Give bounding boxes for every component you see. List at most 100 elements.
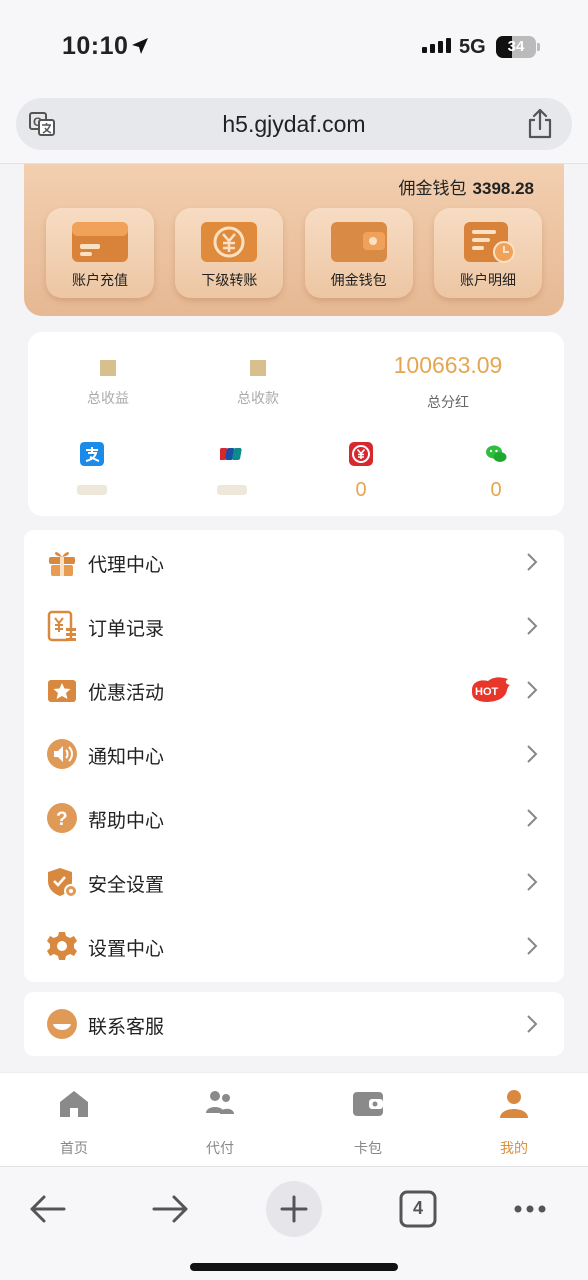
digital-yuan-value: 0: [355, 479, 367, 501]
commission-wallet-summary: 佣金钱包 3398.28: [399, 174, 534, 199]
network-type: 5G: [459, 36, 486, 58]
total-receipts-label: 总收款: [237, 390, 279, 406]
channel-alipay: [62, 442, 122, 495]
users-icon: [206, 1091, 234, 1114]
tabs-button[interactable]: 4: [390, 1181, 446, 1237]
question-icon: ?: [47, 803, 77, 833]
menu-item-security-settings[interactable]: 安全设置: [24, 850, 564, 914]
forward-arrow-icon[interactable]: [142, 1181, 198, 1237]
chevron-right-icon: [527, 873, 538, 891]
new-tab-button[interactable]: [266, 1181, 322, 1237]
chevron-right-icon: [527, 681, 538, 699]
hot-badge-icon: HOT: [472, 677, 510, 702]
battery-icon: 34: [496, 36, 536, 58]
tab-label: 我的: [500, 1140, 528, 1156]
tab-count: 4: [412, 1198, 423, 1218]
status-time: 10:10: [62, 32, 129, 60]
plus-icon: [280, 1195, 308, 1223]
share-icon[interactable]: [526, 108, 554, 140]
commission-wallet-button[interactable]: 佣金钱包: [304, 208, 413, 298]
wechat-value: 0: [490, 479, 502, 501]
chevron-right-icon: [527, 937, 538, 955]
star-icon: [48, 680, 76, 702]
tab-label: 卡包: [354, 1140, 382, 1156]
speaker-icon: [47, 739, 77, 769]
account-statement-button[interactable]: 账户明细: [433, 208, 542, 298]
hidden-value-placeholder: [77, 485, 107, 495]
menu-item-notifications[interactable]: 通知中心: [24, 722, 564, 786]
unionpay-icon: [218, 448, 242, 460]
stat-total-dividend: 100663.09 总分红: [368, 352, 528, 412]
yuan-exchange-icon: [201, 222, 258, 262]
shield-icon: [48, 868, 78, 898]
battery-level: 34: [507, 38, 525, 55]
wallet-icon: [330, 222, 387, 262]
chevron-right-icon: [527, 745, 538, 763]
back-arrow-icon[interactable]: [20, 1181, 76, 1237]
menu-item-settings-center[interactable]: 设置中心: [24, 914, 564, 978]
card-icon: [72, 222, 128, 262]
profile-icon: [500, 1090, 528, 1118]
sub-transfer-button[interactable]: 下级转账: [175, 208, 284, 298]
stat-total-income: 总收益: [28, 352, 188, 408]
earnings-stats-card: 总收益 总收款 100663.09 总分红 0 0: [28, 332, 564, 516]
menu-label: 联系客服: [88, 1017, 165, 1038]
browser-toolbar: 4: [0, 1166, 588, 1280]
gear-icon: [47, 932, 77, 960]
alipay-icon: [80, 442, 104, 466]
account-statement-label: 账户明细: [459, 272, 516, 288]
url-text[interactable]: h5.gjydaf.com: [16, 111, 572, 138]
menu-item-contact-support[interactable]: 联系客服: [24, 992, 564, 1056]
signal-icon: [422, 38, 451, 53]
hidden-value-placeholder: [100, 360, 116, 376]
menu-label: 帮助中心: [88, 811, 165, 832]
wechat-icon: [486, 445, 507, 462]
app-tab-bar: 首页 代付 卡包 我的: [0, 1072, 588, 1166]
commission-wallet-action-label: 佣金钱包: [330, 272, 387, 288]
quick-actions: 账户充值 下级转账 佣金钱包 账户明细: [46, 208, 542, 298]
menu-label: 设置中心: [88, 939, 165, 960]
svg-text:HOT: HOT: [475, 686, 499, 698]
menu-item-agent-center[interactable]: 代理中心: [24, 530, 564, 594]
wallet-header-card: 佣金钱包 3398.28 账户充值 下级转账 佣金钱包 账户明细: [24, 164, 564, 316]
channel-unionpay: [202, 442, 262, 495]
browser-address-area: G h5.gjydaf.com: [0, 92, 588, 164]
wallet-icon: [353, 1092, 383, 1116]
menu-item-help-center[interactable]: ? 帮助中心: [24, 786, 564, 850]
menu-item-promotions[interactable]: 优惠活动 HOT: [24, 658, 564, 722]
more-icon[interactable]: [502, 1181, 558, 1237]
recharge-button[interactable]: 账户充值: [46, 208, 154, 298]
menu-label: 安全设置: [88, 875, 165, 896]
statement-icon: [463, 222, 515, 263]
menu-item-order-records[interactable]: 订单记录: [24, 594, 564, 658]
tab-home[interactable]: 首页: [24, 1087, 124, 1158]
status-bar: 10:10 5G 34: [0, 0, 588, 92]
smile-icon: [47, 1009, 77, 1039]
location-arrow-icon: [132, 38, 148, 54]
chevron-right-icon: [527, 1015, 538, 1033]
digital-yuan-icon: [349, 442, 373, 466]
address-bar[interactable]: G h5.gjydaf.com: [16, 98, 572, 150]
chevron-right-icon: [527, 617, 538, 635]
tab-label: 代付: [206, 1140, 234, 1156]
channel-digital-yuan: 0: [331, 442, 391, 503]
chevron-right-icon: [527, 809, 538, 827]
menu-list: 代理中心 订单记录 优惠活动 HOT 通知中心 ? 帮助中心 安全设置 设置中心: [24, 530, 564, 982]
chevron-right-icon: [527, 553, 538, 571]
total-dividend-value: 100663.09: [393, 352, 503, 378]
sub-transfer-label: 下级转账: [201, 272, 258, 288]
hidden-value-placeholder: [250, 360, 266, 376]
tab-mine[interactable]: 我的: [464, 1087, 564, 1158]
menu-label: 优惠活动: [88, 683, 165, 704]
tab-label: 首页: [60, 1140, 88, 1156]
home-icon: [60, 1091, 88, 1117]
menu-label: 订单记录: [88, 619, 165, 640]
tab-payment[interactable]: 代付: [170, 1087, 270, 1158]
total-dividend-label: 总分红: [427, 394, 469, 410]
stat-total-receipts: 总收款: [178, 352, 338, 408]
order-icon: [47, 610, 76, 642]
total-income-label: 总收益: [87, 390, 129, 406]
tab-card-wallet[interactable]: 卡包: [318, 1087, 418, 1158]
home-indicator: [190, 1263, 398, 1271]
gift-icon: [49, 552, 75, 576]
